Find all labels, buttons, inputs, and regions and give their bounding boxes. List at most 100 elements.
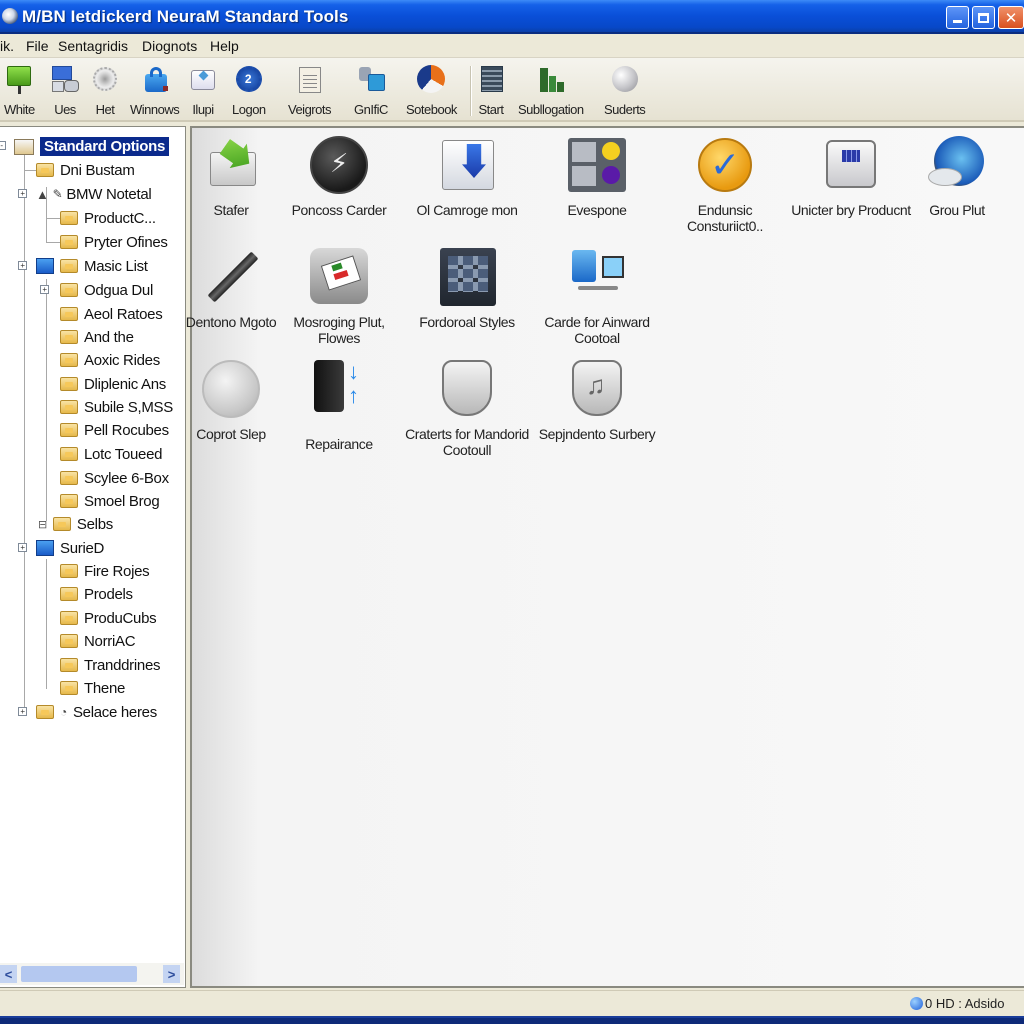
root-folder-icon bbox=[14, 139, 34, 155]
orange-check-icon: ✓ bbox=[694, 134, 756, 196]
tree-item[interactable]: + Masic List bbox=[18, 255, 148, 277]
item-label: Evespone bbox=[567, 202, 627, 218]
menu-sentagridis[interactable]: Sentagridis bbox=[58, 38, 128, 54]
toolbar-button-gnific[interactable]: GnIfiC bbox=[354, 62, 388, 120]
pen-icon bbox=[200, 246, 262, 308]
tree-item-label: Dliplenic Ans bbox=[84, 375, 166, 393]
tree-item[interactable]: And the bbox=[60, 326, 134, 348]
folder-icon bbox=[36, 163, 54, 177]
tree-item[interactable]: Dliplenic Ans bbox=[60, 373, 166, 395]
blue-gear-icon: 2 bbox=[234, 64, 264, 94]
tree-item[interactable]: Subile S,MSS bbox=[60, 396, 173, 418]
tree-item[interactable]: Pell Rocubes bbox=[60, 419, 169, 441]
tree-item[interactable]: + ◔ Selace heres bbox=[18, 701, 157, 723]
tree-item[interactable]: Prodels bbox=[60, 583, 133, 605]
tree-item[interactable]: Dni Bustam bbox=[36, 159, 135, 181]
item-fordoroal-styles[interactable]: Fordoroal Styles bbox=[402, 246, 532, 330]
toolbar-label: Winnows bbox=[130, 102, 180, 117]
tree-item[interactable]: NorriAC bbox=[60, 630, 136, 652]
color-grid-icon bbox=[566, 134, 628, 196]
menu-diognots[interactable]: Diognots bbox=[142, 38, 197, 54]
menu-edit[interactable]: ik. bbox=[0, 38, 14, 54]
item-label: Poncoss Carder bbox=[291, 202, 387, 218]
blue-bag-icon bbox=[140, 64, 170, 94]
menu-help[interactable]: Help bbox=[210, 38, 239, 54]
minimize-button[interactable] bbox=[946, 6, 969, 29]
tree-item-label: Dni Bustam bbox=[60, 161, 135, 179]
expand-icon[interactable]: + bbox=[40, 285, 49, 294]
item-repairance[interactable]: ↓ ↑ Repairance bbox=[274, 358, 404, 453]
folder-icon bbox=[60, 681, 78, 695]
scroll-right-button[interactable]: > bbox=[163, 965, 180, 983]
shield-icon bbox=[436, 358, 498, 420]
item-label: Sepjndento Surbery bbox=[538, 426, 656, 442]
status-globe-icon bbox=[910, 997, 923, 1010]
toolbar-button-white[interactable]: White bbox=[4, 62, 35, 120]
item-carde-for-ainward[interactable]: Carde for Ainward Cootoal bbox=[532, 246, 662, 346]
clipboard-icon bbox=[294, 64, 324, 94]
folder-icon bbox=[60, 283, 78, 297]
tree-item-label: BMW Notetal bbox=[66, 185, 152, 203]
tree-item[interactable]: Scylee 6-Box bbox=[60, 467, 169, 489]
toolbar-button-het[interactable]: Het bbox=[90, 62, 120, 120]
item-poncoss-carder[interactable]: ⚡ Poncoss Carder bbox=[274, 134, 404, 218]
maximize-button[interactable] bbox=[972, 6, 995, 29]
item-evespone[interactable]: Evespone bbox=[532, 134, 662, 218]
tree-item[interactable]: ProduCubs bbox=[60, 607, 157, 629]
tree-horizontal-scrollbar[interactable]: < > bbox=[0, 963, 184, 985]
tree-item-label: SurieD bbox=[60, 539, 105, 557]
item-grou-plut[interactable]: Grou Plut bbox=[892, 134, 1022, 218]
tree-item[interactable]: Tranddrines bbox=[60, 654, 160, 676]
toolbar-button-suderts[interactable]: Suderts bbox=[604, 62, 646, 120]
toolbar-button-winnows[interactable]: Winnows bbox=[130, 62, 180, 120]
item-endunsic[interactable]: ✓ Endunsic Consturiict0.. bbox=[660, 134, 790, 234]
scroll-thumb[interactable] bbox=[21, 966, 137, 982]
tree-item[interactable]: + Odgua Dul bbox=[40, 279, 153, 301]
item-label: Grou Plut bbox=[929, 202, 985, 218]
toolbar-button-ilupi[interactable]: Ilupi bbox=[188, 62, 218, 120]
item-sepjndento-surbery[interactable]: ♫ Sepjndento Surbery bbox=[532, 358, 662, 442]
tree-item[interactable]: Thene bbox=[60, 677, 125, 699]
toolbar-button-ues[interactable]: Ues bbox=[50, 62, 80, 120]
item-craterts-for-mandorid[interactable]: Craterts for Mandorid Cootoull bbox=[402, 358, 532, 458]
toolbar-button-veigrots[interactable]: Veigrots bbox=[288, 62, 331, 120]
toolbar-label: Ues bbox=[54, 102, 76, 117]
close-button[interactable]: ✕ bbox=[998, 6, 1024, 29]
toolbar-button-sotebook[interactable]: Sotebook bbox=[406, 62, 457, 120]
collapse-icon[interactable]: - bbox=[0, 141, 6, 150]
tree-item-label: Prodels bbox=[84, 585, 133, 603]
tree-item[interactable]: + ▲ ✎ BMW Notetal bbox=[18, 183, 152, 205]
toolbar-label: Subllogation bbox=[518, 102, 584, 117]
tree-item[interactable]: + SurieD bbox=[18, 537, 104, 559]
toolbar-button-start[interactable]: Start bbox=[476, 62, 506, 120]
music-shield-icon: ♫ bbox=[566, 358, 628, 420]
keypad-icon bbox=[436, 246, 498, 308]
folder-icon bbox=[52, 517, 71, 531]
swirl-logo-icon bbox=[416, 64, 446, 94]
expand-icon[interactable]: + bbox=[18, 189, 27, 198]
toolbar-button-subllogation[interactable]: Subllogation bbox=[518, 62, 584, 120]
item-ol-camroge-mon[interactable]: Ol Camroge mon bbox=[402, 134, 532, 218]
toolbar-label: GnIfiC bbox=[354, 102, 388, 117]
menu-file[interactable]: File bbox=[26, 38, 49, 54]
document-scan-icon bbox=[308, 246, 370, 308]
tree-item[interactable]: Lotc Toueed bbox=[60, 443, 162, 465]
expand-icon[interactable]: + bbox=[18, 543, 27, 552]
folder-icon bbox=[60, 423, 78, 437]
tree-item[interactable]: ProductC... bbox=[60, 207, 156, 229]
toolbar-button-logon[interactable]: 2 Logon bbox=[232, 62, 266, 120]
blue-arrow-box-icon bbox=[436, 134, 498, 196]
tree-item[interactable]: Pryter Ofines bbox=[60, 231, 168, 253]
tree-item[interactable]: Aeol Ratoes bbox=[60, 303, 163, 325]
expand-icon[interactable]: + bbox=[18, 707, 27, 716]
tree-item[interactable]: Aoxic Rides bbox=[60, 349, 160, 371]
tree-item[interactable]: Smoel Brog bbox=[60, 490, 160, 512]
expand-icon[interactable]: + bbox=[18, 261, 27, 270]
scroll-left-button[interactable]: < bbox=[0, 965, 17, 983]
item-mosroging-plut[interactable]: Mosroging Plut, Flowes bbox=[274, 246, 404, 346]
tree-item-label: Scylee 6-Box bbox=[84, 469, 169, 487]
tree-glyph-icon: ◔ bbox=[60, 705, 67, 719]
toolbar-label: Sotebook bbox=[406, 102, 457, 117]
tree-item[interactable]: Fire Rojes bbox=[60, 560, 150, 582]
tree-item[interactable]: ⊟ Selbs bbox=[38, 513, 113, 535]
